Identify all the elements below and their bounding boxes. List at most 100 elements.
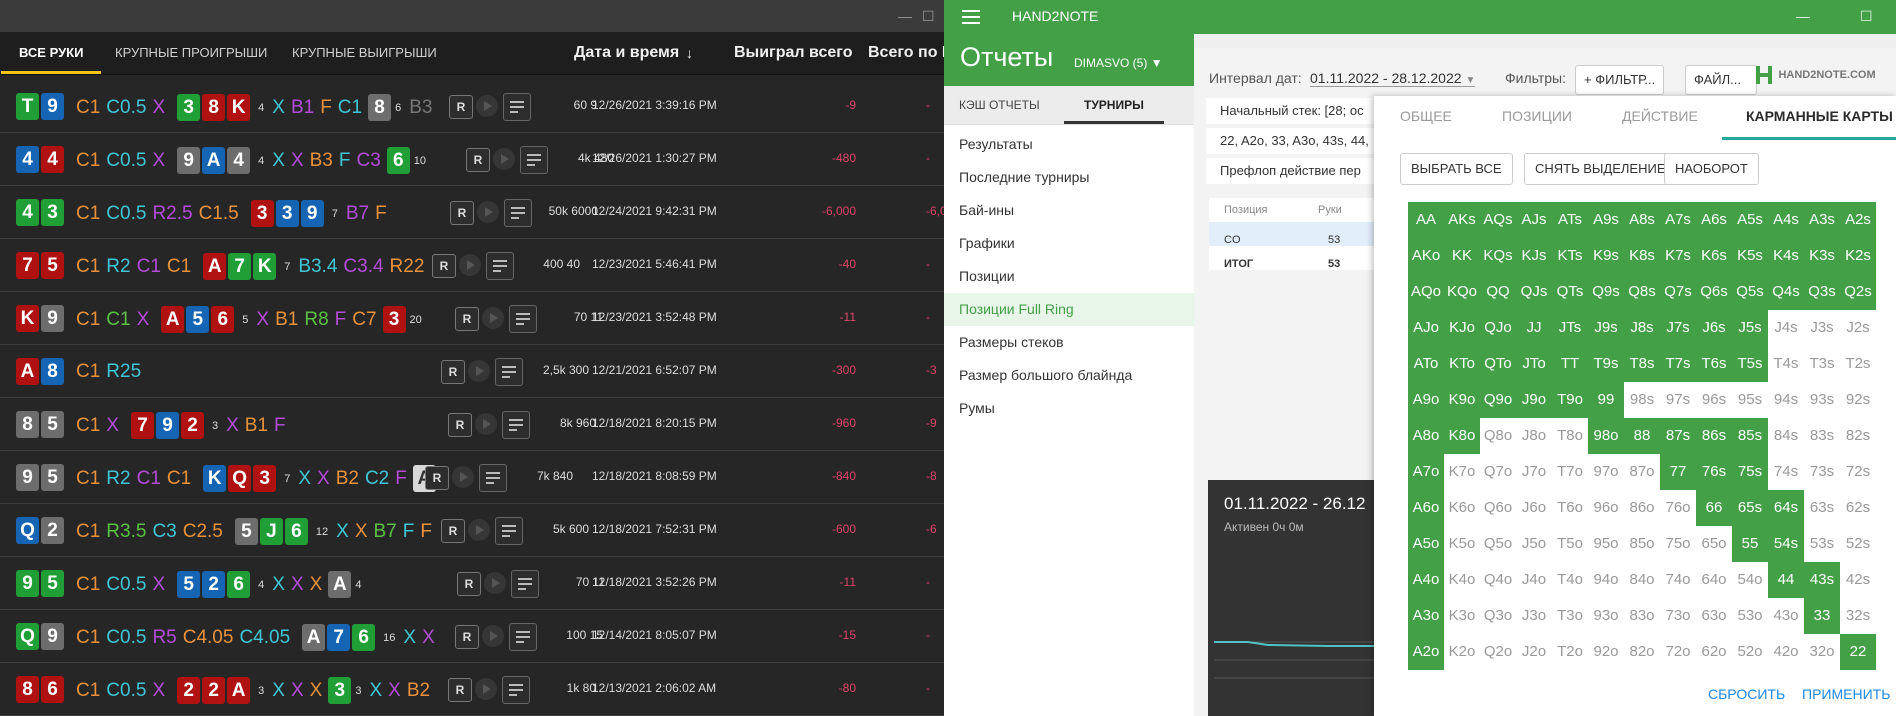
table-row[interactable]: CO 53 <box>1209 222 1383 246</box>
hand-cell-54s[interactable]: 54s <box>1768 526 1804 562</box>
hand-cell-KJs[interactable]: KJs <box>1516 238 1552 274</box>
hand-cell-T5s[interactable]: T5s <box>1732 346 1768 382</box>
hand-cell-77[interactable]: 77 <box>1660 454 1696 490</box>
nav-positions-full-ring[interactable]: Позиции Full Ring <box>944 293 1194 326</box>
hand-cell-A5s[interactable]: A5s <box>1732 202 1768 238</box>
play-icon[interactable] <box>482 307 504 329</box>
hand-cell-J9o[interactable]: J9o <box>1516 382 1552 418</box>
hand-cell-AKo[interactable]: AKo <box>1408 238 1444 274</box>
nav-graphs[interactable]: Графики <box>944 227 1194 260</box>
hand-cell-JTs[interactable]: JTs <box>1552 310 1588 346</box>
hand-cell-93o[interactable]: 93o <box>1588 598 1624 634</box>
replay-r-button[interactable]: R <box>441 519 465 543</box>
hand-cell-92o[interactable]: 92o <box>1588 634 1624 670</box>
table-row[interactable]: Q 9 C1 C0.5 R5 C4.05 C4.05 A 7 6 16 X X R 100 15 12/14/… <box>0 610 944 663</box>
hand-cell-AA[interactable]: AA <box>1408 202 1444 238</box>
hand-cell-54o[interactable]: 54o <box>1732 562 1768 598</box>
nav-bb-size[interactable]: Размер большого блайнда <box>944 359 1194 392</box>
hand-cell-Q6o[interactable]: Q6o <box>1480 490 1516 526</box>
hand-cell-T6s[interactable]: T6s <box>1696 346 1732 382</box>
hand-cell-JTo[interactable]: JTo <box>1516 346 1552 382</box>
hand-cell-73s[interactable]: 73s <box>1804 454 1840 490</box>
play-icon[interactable] <box>482 625 504 647</box>
tab-big-losses[interactable]: КРУПНЫЕ ПРОИГРЫШИ <box>115 32 267 74</box>
hand-cell-J6s[interactable]: J6s <box>1696 310 1732 346</box>
hand-cell-QQ[interactable]: QQ <box>1480 274 1516 310</box>
hand-cell-62s[interactable]: 62s <box>1840 490 1876 526</box>
hand-cell-Q5o[interactable]: Q5o <box>1480 526 1516 562</box>
minimize-icon[interactable]: — <box>898 8 912 24</box>
user-selector[interactable]: DIMASVO (5) ▼ <box>1074 56 1163 70</box>
hand-cell-98s[interactable]: 98s <box>1624 382 1660 418</box>
nav-stack-sizes[interactable]: Размеры стеков <box>944 326 1194 359</box>
table-row[interactable]: 9 5 C1 C0.5 X 5 2 6 4 X X X A 4 R 70 11 12/18/2021 3:52:… <box>0 557 944 610</box>
hand-cell-K3o[interactable]: K3o <box>1444 598 1480 634</box>
nav-recent-tournaments[interactable]: Последние турниры <box>944 161 1194 194</box>
hand-cell-T5o[interactable]: T5o <box>1552 526 1588 562</box>
hand-cell-Q2o[interactable]: Q2o <box>1480 634 1516 670</box>
hand-cell-J2s[interactable]: J2s <box>1840 310 1876 346</box>
table-row[interactable]: 4 4 C1 C0.5 X 9 A 4 4 X X B3 F C3 6 10 R 4k 480 12/26/2021… <box>0 133 944 186</box>
hand-cell-K4o[interactable]: K4o <box>1444 562 1480 598</box>
table-row[interactable]: T 9 C1 C0.5 X 3 8 K 4 X B1 F C1 8 6 B3 R 60 9 12/26/2021 3… <box>0 80 944 133</box>
nav-rooms[interactable]: Румы <box>944 392 1194 425</box>
table-row[interactable]: K 9 C1 C1 X A 5 6 5 X B1 R8 F C7 3 20 R 70 11 12/23/2021 3… <box>0 292 944 345</box>
replay-r-button[interactable]: R <box>432 254 456 278</box>
filter-chip-hands[interactable]: 22, A2o, 33, A3o, 43s, 44, <box>1206 128 1396 154</box>
apply-link[interactable]: ПРИМЕНИТЬ <box>1802 686 1890 702</box>
hand-cell-72s[interactable]: 72s <box>1840 454 1876 490</box>
hand-cell-87o[interactable]: 87o <box>1624 454 1660 490</box>
hand-cell-96s[interactable]: 96s <box>1696 382 1732 418</box>
hand-cell-Q4s[interactable]: Q4s <box>1768 274 1804 310</box>
hand-cell-Q3s[interactable]: Q3s <box>1804 274 1840 310</box>
hand-cell-K7o[interactable]: K7o <box>1444 454 1480 490</box>
hand-cell-88[interactable]: 88 <box>1624 418 1660 454</box>
replay-r-button[interactable]: R <box>455 307 479 331</box>
hand-cell-J9s[interactable]: J9s <box>1588 310 1624 346</box>
column-total-by[interactable]: Всего по Е <box>868 32 944 74</box>
replay-r-button[interactable]: R <box>457 572 481 596</box>
reset-link[interactable]: СБРОСИТЬ <box>1708 686 1785 702</box>
replay-r-button[interactable]: R <box>466 148 490 172</box>
play-icon[interactable] <box>477 201 499 223</box>
hand-cell-Q8o[interactable]: Q8o <box>1480 418 1516 454</box>
hand-cell-A4o[interactable]: A4o <box>1408 562 1444 598</box>
hand-cell-J3o[interactable]: J3o <box>1516 598 1552 634</box>
hand-cell-85o[interactable]: 85o <box>1624 526 1660 562</box>
maximize-icon[interactable]: ☐ <box>1860 8 1873 25</box>
hand-cell-83s[interactable]: 83s <box>1804 418 1840 454</box>
hand-cell-85s[interactable]: 85s <box>1732 418 1768 454</box>
hand-cell-K9s[interactable]: K9s <box>1588 238 1624 274</box>
hand-cell-Q4o[interactable]: Q4o <box>1480 562 1516 598</box>
hand-cell-84s[interactable]: 84s <box>1768 418 1804 454</box>
hand-cell-J4s[interactable]: J4s <box>1768 310 1804 346</box>
hand-cell-ATo[interactable]: ATo <box>1408 346 1444 382</box>
hand-cell-86o[interactable]: 86o <box>1624 490 1660 526</box>
hand-cell-A4s[interactable]: A4s <box>1768 202 1804 238</box>
play-icon[interactable] <box>476 95 498 117</box>
tab-tournaments[interactable]: ТУРНИРЫ <box>1064 86 1164 124</box>
hand-cell-A8o[interactable]: A8o <box>1408 418 1444 454</box>
nav-positions[interactable]: Позиции <box>944 260 1194 293</box>
hand-cell-JJ[interactable]: JJ <box>1516 310 1552 346</box>
hand-cell-95o[interactable]: 95o <box>1588 526 1624 562</box>
hand-cell-ATs[interactable]: ATs <box>1552 202 1588 238</box>
invert-selection-button[interactable]: НАОБОРОТ <box>1664 153 1759 185</box>
hand-cell-74s[interactable]: 74s <box>1768 454 1804 490</box>
tab-big-wins[interactable]: КРУПНЫЕ ВЫИГРЫШИ <box>292 32 437 74</box>
nav-buyins[interactable]: Бай-ины <box>944 194 1194 227</box>
hand-cell-K9o[interactable]: K9o <box>1444 382 1480 418</box>
hand-cell-J8o[interactable]: J8o <box>1516 418 1552 454</box>
play-icon[interactable] <box>452 466 474 488</box>
hand-cell-75s[interactable]: 75s <box>1732 454 1768 490</box>
hand-cell-82o[interactable]: 82o <box>1624 634 1660 670</box>
table-row[interactable]: A 8 C1 R25 R 2,5k 300 12/21/2021 6:52:07 PM -30… <box>0 345 944 398</box>
hand-cell-A3o[interactable]: A3o <box>1408 598 1444 634</box>
hand-cell-96o[interactable]: 96o <box>1588 490 1624 526</box>
hand-cell-97o[interactable]: 97o <box>1588 454 1624 490</box>
hand-cell-98o[interactable]: 98o <box>1588 418 1624 454</box>
hand-cell-J6o[interactable]: J6o <box>1516 490 1552 526</box>
clear-selection-button[interactable]: СНЯТЬ ВЫДЕЛЕНИЕ <box>1524 153 1677 185</box>
table-row[interactable]: 8 5 C1 X 7 9 2 3 X B1 F R 8k 960 12/18/2021 8:20:15 P… <box>0 398 944 451</box>
hand-cell-J8s[interactable]: J8s <box>1624 310 1660 346</box>
